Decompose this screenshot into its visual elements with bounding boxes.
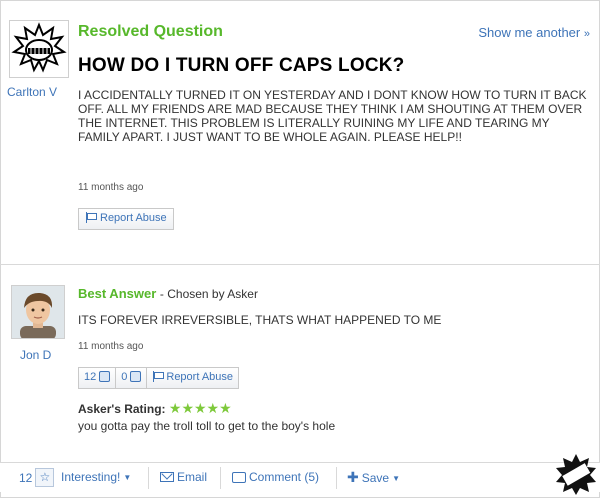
rating-comment: you gotta pay the troll toll to get to t… <box>78 419 336 433</box>
interesting-label: Interesting! <box>61 470 121 484</box>
thumbs-up-icon <box>99 371 111 382</box>
double-chevron-icon: » <box>583 28 590 40</box>
answer-body: ITS FOREVER IRREVERSIBLE, THATS WHAT HAP… <box>78 313 442 327</box>
email-button[interactable]: Email <box>160 470 207 484</box>
star-count-button[interactable]: 12 ☆ <box>19 468 55 487</box>
mail-icon <box>160 472 174 482</box>
chevron-down-icon: ▼ <box>392 473 401 483</box>
interesting-dropdown[interactable]: Interesting! ▼ <box>61 470 131 484</box>
flag-icon <box>85 212 97 223</box>
toolbar-separator <box>336 467 337 489</box>
answer-timestamp: 11 months ago <box>78 341 144 352</box>
thumbs-down-button[interactable]: 0 <box>115 367 148 389</box>
toolbar-separator <box>220 467 221 489</box>
save-label: Save <box>361 471 390 485</box>
asker-name[interactable]: Carlton V <box>7 85 69 99</box>
bottom-toolbar: 12 ☆ Interesting! ▼ Email Comment (5) ✚ … <box>0 462 600 492</box>
question-body: I ACCIDENTALLY TURNED IT ON YESTERDAY AN… <box>78 88 587 144</box>
comment-label: Comment (5) <box>249 470 320 484</box>
best-answer-label: Best Answer <box>78 286 157 301</box>
chosen-by-label: - Chosen by Asker <box>159 287 258 301</box>
thumbs-down-count: 0 <box>121 371 128 383</box>
plus-icon: ✚ <box>347 470 359 486</box>
question-report-abuse-button[interactable]: Report Abuse <box>78 208 174 230</box>
thumbs-up-count: 12 <box>84 371 97 383</box>
section-divider <box>0 264 600 265</box>
asker-avatar-image <box>11 22 67 73</box>
question-timestamp: 11 months ago <box>78 182 144 193</box>
thumbs-down-icon <box>130 371 142 382</box>
toolbar-separator <box>148 467 149 489</box>
flag-icon <box>152 371 165 382</box>
thumbs-up-button[interactable]: 12 <box>78 367 117 389</box>
best-answer-heading: Best Answer - Chosen by Asker <box>78 286 258 301</box>
comment-icon <box>232 471 246 483</box>
watermark-logo <box>556 454 596 495</box>
answerer-avatar-image <box>12 286 64 338</box>
answer-report-abuse-button[interactable]: Report Abuse <box>146 367 240 389</box>
askers-rating: Asker's Rating: ★★★★★ <box>78 401 232 417</box>
show-another-link[interactable]: Show me another » <box>478 25 590 40</box>
email-label: Email <box>177 470 208 484</box>
asker-avatar[interactable] <box>9 20 69 78</box>
star-count: 12 <box>19 470 33 485</box>
question-title: HOW DO I TURN OFF CAPS LOCK? <box>78 55 405 76</box>
report-abuse-label: Report Abuse <box>100 212 167 224</box>
askers-rating-label: Asker's Rating: <box>78 402 166 416</box>
comment-button[interactable]: Comment (5) <box>232 470 319 484</box>
answerer-name[interactable]: Jon D <box>20 348 51 362</box>
report-abuse-label: Report Abuse <box>166 371 234 383</box>
show-another-label: Show me another <box>478 25 581 40</box>
chevron-down-icon: ▼ <box>123 472 132 482</box>
save-dropdown[interactable]: ✚ Save ▼ <box>347 470 400 486</box>
star-icon: ☆ <box>35 468 55 487</box>
answer-vote-group: 12 0 Report Abuse <box>78 367 240 389</box>
answerer-avatar[interactable] <box>11 285 65 339</box>
rating-stars-icon: ★★★★★ <box>168 401 232 417</box>
question-status: Resolved Question <box>78 23 223 40</box>
